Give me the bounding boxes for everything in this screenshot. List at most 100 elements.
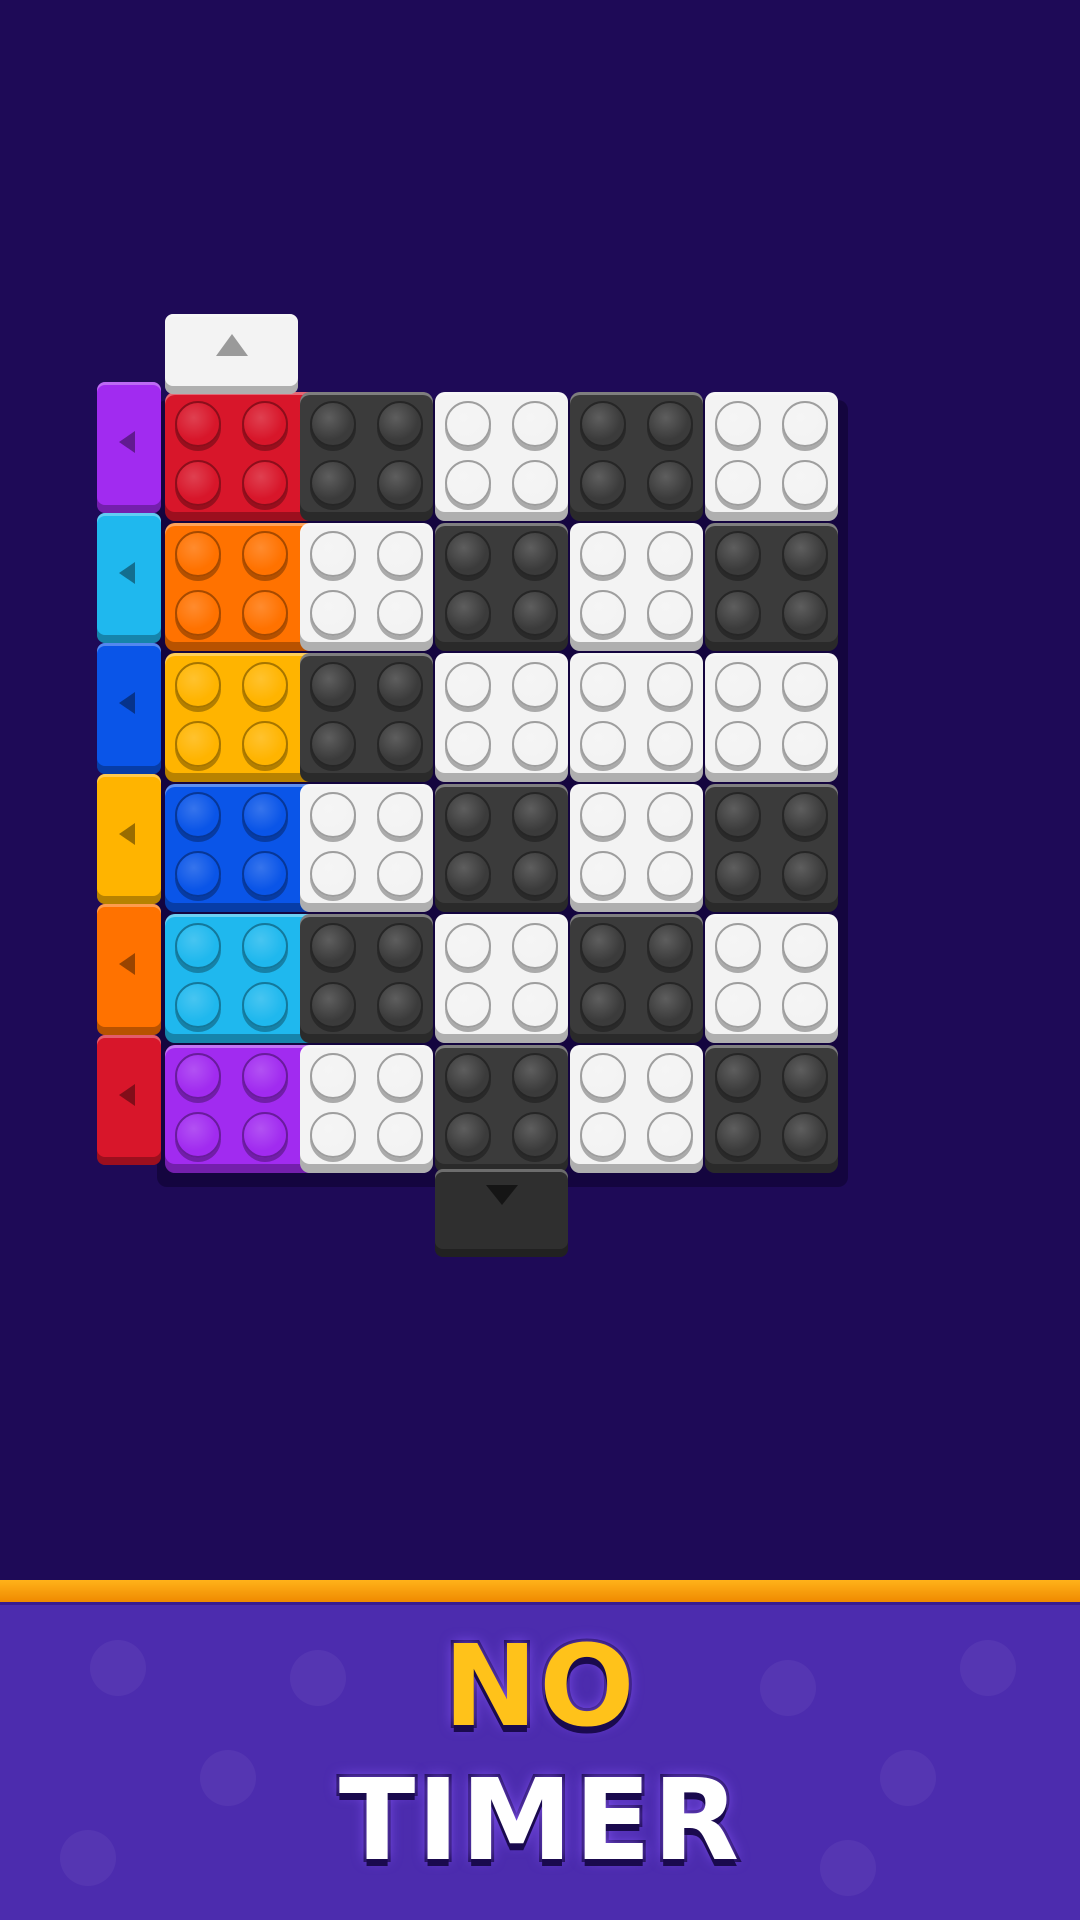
brick-stud bbox=[580, 981, 627, 1028]
block-black[interactable] bbox=[435, 783, 568, 912]
brick-stud bbox=[376, 590, 423, 637]
block-white[interactable] bbox=[435, 914, 568, 1043]
block-black[interactable] bbox=[570, 392, 703, 521]
brick-stud bbox=[580, 720, 627, 767]
brick-stud bbox=[715, 661, 762, 708]
brick-stud bbox=[310, 1112, 357, 1159]
brick-stud bbox=[580, 531, 627, 578]
brick-stud bbox=[445, 1112, 492, 1159]
brick-stud bbox=[242, 531, 289, 578]
brick-stud bbox=[511, 792, 558, 839]
brick-stud bbox=[580, 661, 627, 708]
block-white[interactable] bbox=[300, 522, 433, 651]
brick-stud bbox=[445, 531, 492, 578]
block-black[interactable] bbox=[300, 392, 433, 521]
exit-tab-yellow[interactable] bbox=[97, 773, 161, 904]
brick-stud bbox=[580, 1053, 627, 1100]
exit-tab-cyan[interactable] bbox=[97, 512, 161, 643]
exit-tab-red[interactable] bbox=[97, 1034, 161, 1165]
arrow-left-icon bbox=[119, 561, 135, 584]
brick-stud bbox=[445, 590, 492, 637]
brick-stud bbox=[511, 400, 558, 447]
block-white[interactable] bbox=[435, 653, 568, 782]
block-white[interactable] bbox=[570, 653, 703, 782]
brick-stud bbox=[781, 459, 828, 506]
brick-stud bbox=[175, 590, 222, 637]
brick-stud bbox=[715, 400, 762, 447]
brick-stud bbox=[646, 851, 693, 898]
exit-tab-orange[interactable] bbox=[97, 904, 161, 1035]
block-black[interactable] bbox=[300, 914, 433, 1043]
brick-stud bbox=[781, 400, 828, 447]
brick-stud bbox=[175, 1053, 222, 1100]
brick-stud bbox=[242, 720, 289, 767]
block-black[interactable] bbox=[705, 783, 838, 912]
block-white[interactable] bbox=[570, 783, 703, 912]
brick-stud bbox=[580, 851, 627, 898]
brick-stud bbox=[781, 531, 828, 578]
exit-tab-blue[interactable] bbox=[97, 643, 161, 774]
brick-stud bbox=[511, 459, 558, 506]
brick-stud bbox=[175, 851, 222, 898]
brick-stud bbox=[646, 922, 693, 969]
brick-stud bbox=[445, 851, 492, 898]
brick-stud bbox=[175, 531, 222, 578]
brick-stud bbox=[646, 400, 693, 447]
brick-stud bbox=[781, 851, 828, 898]
brick-stud bbox=[310, 851, 357, 898]
block-white[interactable] bbox=[300, 783, 433, 912]
brick-stud bbox=[511, 661, 558, 708]
brick-stud bbox=[445, 1053, 492, 1100]
block-black[interactable] bbox=[435, 1044, 568, 1173]
brick-stud bbox=[580, 459, 627, 506]
block-white[interactable] bbox=[435, 392, 568, 521]
brick-stud bbox=[310, 400, 357, 447]
brick-stud bbox=[175, 400, 222, 447]
brick-stud bbox=[646, 981, 693, 1028]
brick-stud bbox=[646, 1053, 693, 1100]
arrow-left-icon bbox=[119, 1083, 135, 1106]
brick-stud bbox=[646, 590, 693, 637]
arrow-left-icon bbox=[119, 431, 135, 454]
brick-stud bbox=[310, 1053, 357, 1100]
brick-stud bbox=[646, 459, 693, 506]
brick-stud bbox=[445, 792, 492, 839]
brick-stud bbox=[310, 531, 357, 578]
brick-stud bbox=[781, 720, 828, 767]
arrow-left-icon bbox=[119, 953, 135, 976]
exit-tab-bottom-black[interactable] bbox=[435, 1169, 568, 1257]
block-white[interactable] bbox=[705, 914, 838, 1043]
block-white[interactable] bbox=[705, 392, 838, 521]
arrow-up-icon bbox=[215, 334, 248, 356]
brick-stud bbox=[715, 981, 762, 1028]
block-black[interactable] bbox=[705, 1044, 838, 1173]
brick-stud bbox=[511, 720, 558, 767]
brick-stud bbox=[715, 922, 762, 969]
brick-stud bbox=[715, 720, 762, 767]
block-white[interactable] bbox=[300, 1044, 433, 1173]
block-white[interactable] bbox=[570, 1044, 703, 1173]
block-black[interactable] bbox=[570, 914, 703, 1043]
block-black[interactable] bbox=[705, 522, 838, 651]
brick-stud bbox=[445, 922, 492, 969]
exit-tab-purple[interactable] bbox=[97, 382, 161, 513]
block-black[interactable] bbox=[435, 522, 568, 651]
block-black[interactable] bbox=[300, 653, 433, 782]
arrow-down-icon bbox=[485, 1185, 518, 1205]
brick-stud bbox=[646, 531, 693, 578]
block-white[interactable] bbox=[570, 522, 703, 651]
brick-stud bbox=[715, 590, 762, 637]
exit-tab-top-white[interactable] bbox=[165, 314, 298, 394]
brick-stud bbox=[511, 531, 558, 578]
brick-stud bbox=[580, 590, 627, 637]
brick-stud bbox=[715, 1053, 762, 1100]
block-white[interactable] bbox=[705, 653, 838, 782]
brick-stud bbox=[445, 661, 492, 708]
brick-stud bbox=[511, 851, 558, 898]
brick-stud bbox=[376, 792, 423, 839]
brick-stud bbox=[646, 792, 693, 839]
brick-stud bbox=[715, 792, 762, 839]
brick-stud bbox=[580, 1112, 627, 1159]
brick-stud bbox=[580, 792, 627, 839]
brick-stud bbox=[781, 590, 828, 637]
